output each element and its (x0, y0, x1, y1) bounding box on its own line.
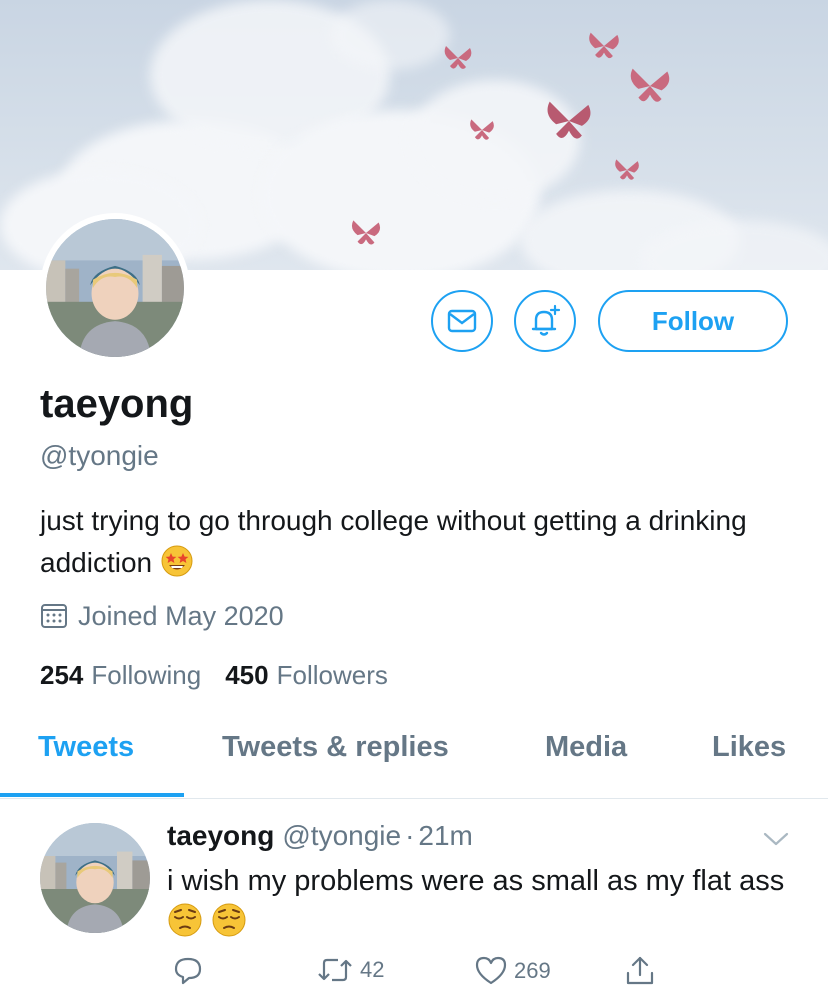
tweet-avatar[interactable] (40, 823, 150, 933)
reply-icon (174, 957, 202, 985)
followers-label: Followers (276, 660, 388, 690)
profile-stats: 254 Following 450 Followers (40, 660, 412, 691)
share-icon (626, 956, 654, 985)
profile-display-name: taeyong (40, 382, 194, 426)
butterfly-icon (351, 220, 381, 245)
envelope-icon (447, 309, 477, 333)
butterfly-icon (630, 68, 670, 102)
like-button[interactable]: 269 (474, 955, 551, 987)
joined-text: Joined May 2020 (78, 600, 284, 631)
bio-text: just trying to go through college withou… (40, 505, 747, 578)
pensive-emoji-icon (167, 902, 203, 950)
butterfly-icon (615, 159, 639, 180)
butterfly-icon (444, 46, 472, 69)
following-label: Following (91, 660, 202, 690)
like-count: 269 (514, 958, 551, 983)
tab-media[interactable]: Media (545, 731, 627, 764)
bell-plus-icon (531, 304, 561, 336)
heart-icon (475, 956, 507, 985)
retweet-count: 42 (360, 957, 385, 982)
pensive-emoji-icon (211, 902, 247, 950)
tweet-timestamp[interactable]: 21m (418, 820, 472, 852)
share-button[interactable] (624, 955, 662, 987)
tweet-separator: · (405, 820, 415, 851)
tab-tweets[interactable]: Tweets (38, 731, 134, 764)
reply-button[interactable] (172, 955, 210, 987)
profile-avatar[interactable] (40, 213, 190, 363)
profile-tabs: Tweets Tweets & replies Media Likes (0, 715, 828, 799)
tab-likes[interactable]: Likes (712, 731, 786, 764)
notifications-button[interactable] (514, 290, 576, 352)
tweet-actions: 42 269 (0, 955, 828, 995)
tweet-author-name[interactable]: taeyong (167, 820, 274, 852)
banner-cloud (330, 0, 450, 70)
avatar-photo (46, 219, 184, 357)
joined-date: Joined May 2020 (40, 598, 284, 634)
butterfly-icon (589, 32, 619, 59)
following-count: 254 (40, 660, 84, 690)
message-button[interactable] (431, 290, 493, 352)
calendar-icon (40, 602, 68, 630)
avatar-photo (40, 823, 150, 933)
follow-button[interactable]: Follow (598, 290, 788, 352)
retweet-button[interactable]: 42 (316, 955, 384, 985)
active-tab-indicator (0, 793, 184, 797)
tweet-header: taeyong @tyongie · 21m (167, 820, 473, 852)
chevron-down-icon[interactable] (762, 830, 790, 848)
star-struck-emoji-icon (160, 544, 194, 590)
retweet-icon (318, 958, 352, 982)
butterfly-icon (547, 101, 591, 139)
tab-tweets-replies[interactable]: Tweets & replies (222, 731, 449, 764)
butterfly-icon (470, 119, 494, 140)
following-stat[interactable]: 254 Following (40, 660, 201, 691)
followers-count: 450 (225, 660, 269, 690)
profile-bio: just trying to go through college withou… (40, 500, 800, 590)
tweet-text: i wish my problems were as small as my f… (167, 860, 787, 950)
profile-handle: @tyongie (40, 440, 159, 471)
tweet-body: i wish my problems were as small as my f… (167, 865, 785, 897)
tweet-author-handle[interactable]: @tyongie (282, 820, 401, 852)
followers-stat[interactable]: 450 Followers (225, 660, 388, 691)
